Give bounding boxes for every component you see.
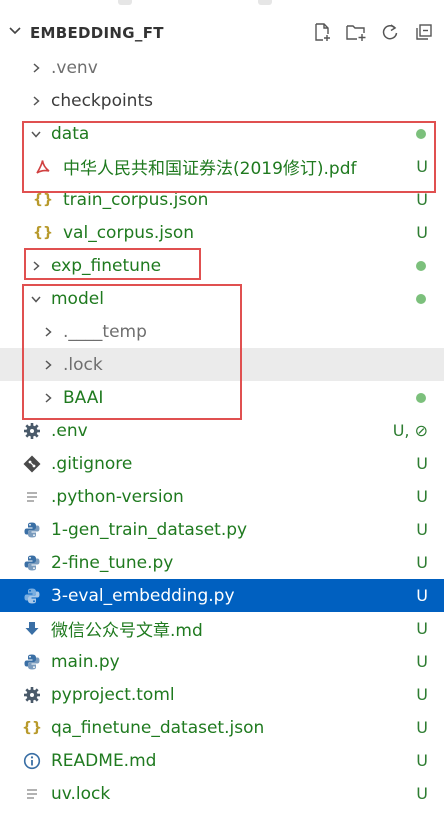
tree-file-toml[interactable]: pyproject.toml U [0,678,444,711]
gear-icon [22,421,42,441]
git-status-dot [416,260,426,271]
tree-item-label: checkpoints [51,90,153,111]
markdown-download-icon [22,619,42,639]
tree-folder-venv[interactable]: .venv [0,51,444,84]
tree-item-label: uv.lock [51,783,111,804]
text-file-icon [22,487,42,507]
tree-item-label: .venv [51,57,98,78]
top-tab-edge [118,0,132,5]
git-status-badge: U [416,520,428,539]
chevron-right-icon [26,58,46,78]
tree-item-label: .python-version [51,486,184,507]
git-status-badge: U [416,685,428,704]
tree-item-label: 3-eval_embedding.py [51,585,235,606]
python-icon [22,520,42,540]
explorer-actions [310,20,436,44]
git-status-badge: U [416,223,428,242]
tree-item-label: 1-gen_train_dataset.py [51,519,248,540]
git-status-badge: U [416,619,428,638]
tree-file-readme[interactable]: README.md U [0,744,444,777]
top-tab-edge [258,0,272,5]
gear-icon [22,685,42,705]
json-braces-icon: {} [33,191,53,208]
git-status-badge: U [416,157,428,176]
tree-item-label: 2-fine_tune.py [51,552,174,573]
tree-file-json[interactable]: {} val_corpus.json U [0,216,444,249]
chevron-right-icon [38,388,58,408]
tree-file-json[interactable]: {} train_corpus.json U [0,183,444,216]
git-status-badge: U [416,553,428,572]
git-status-dot [416,392,426,403]
new-folder-icon[interactable] [344,20,368,44]
git-status-badge: U [416,190,428,209]
git-status-badge: U [416,586,428,605]
git-status-badge: U [416,718,428,737]
tree-item-label: val_corpus.json [63,222,195,243]
tree-folder-exp-finetune[interactable]: exp_finetune [0,249,444,282]
tree-folder-temp[interactable]: .____temp [0,315,444,348]
tree-item-label: .env [51,420,88,441]
top-strip [0,0,444,10]
chevron-down-icon [26,124,46,144]
tree-file-markdown[interactable]: 微信公众号文章.md U [0,612,444,645]
chevron-right-icon [26,91,46,111]
tree-folder-lock[interactable]: .lock [0,348,444,381]
chevron-down-icon [0,23,30,43]
tree-item-label: BAAI [63,387,104,408]
tree-folder-data[interactable]: data [0,117,444,150]
chevron-right-icon [38,355,58,375]
root-folder-title: EMBEDDING_FT [30,24,164,42]
tree-folder-model[interactable]: model [0,282,444,315]
tree-file-uv-lock[interactable]: uv.lock U [0,777,444,810]
refresh-icon[interactable] [378,20,402,44]
git-status-badge: U [416,784,428,803]
chevron-right-icon [38,322,58,342]
tree-item-label: pyproject.toml [51,684,175,705]
python-icon [22,652,42,672]
git-status-dot [416,128,426,139]
tree-folder-checkpoints[interactable]: checkpoints [0,84,444,117]
tree-item-label: data [51,123,90,144]
tree-item-label: train_corpus.json [63,189,209,210]
pdf-icon [33,157,53,177]
tree-item-label: main.py [51,651,120,672]
tree-file-python[interactable]: 2-fine_tune.py U [0,546,444,579]
git-status-badge: U, ⊘ [392,421,428,440]
tree-item-label: model [51,288,104,309]
tree-item-label: .gitignore [51,453,133,474]
git-status-badge: U [416,454,428,473]
json-braces-icon: {} [22,719,42,736]
tree-file-python-version[interactable]: .python-version U [0,480,444,513]
tree-file-python-selected[interactable]: 3-eval_embedding.py U [0,579,444,612]
tree-folder-baai[interactable]: BAAI [0,381,444,414]
text-file-icon [22,784,42,804]
info-icon [22,751,42,771]
tree-file-json[interactable]: {} qa_finetune_dataset.json U [0,711,444,744]
tree-item-label: README.md [51,750,157,771]
python-icon [22,553,42,573]
collapse-all-icon[interactable] [412,20,436,44]
tree-file-pdf[interactable]: 中华人民共和国证券法(2019修订).pdf U [0,150,444,183]
tree-item-label: qa_finetune_dataset.json [51,717,265,738]
tree-item-label: .____temp [63,321,147,342]
git-status-badge: U [416,487,428,506]
tree-item-label: exp_finetune [51,255,162,276]
chevron-down-icon [26,289,46,309]
tree-file-env[interactable]: .env U, ⊘ [0,414,444,447]
tree-item-label: 微信公众号文章.md [51,621,203,641]
new-file-icon[interactable] [310,20,334,44]
tree-file-gitignore[interactable]: .gitignore U [0,447,444,480]
git-status-badge: U [416,652,428,671]
tree-item-label: 中华人民共和国证券法(2019修订).pdf [63,159,357,179]
chevron-right-icon [26,256,46,276]
python-icon [22,586,42,606]
tree-file-python[interactable]: 1-gen_train_dataset.py U [0,513,444,546]
git-status-badge: U [416,751,428,770]
tree-item-label: .lock [63,354,103,375]
git-status-dot [416,293,426,304]
git-icon [22,454,42,474]
tree-file-python[interactable]: main.py U [0,645,444,678]
json-braces-icon: {} [33,224,53,241]
